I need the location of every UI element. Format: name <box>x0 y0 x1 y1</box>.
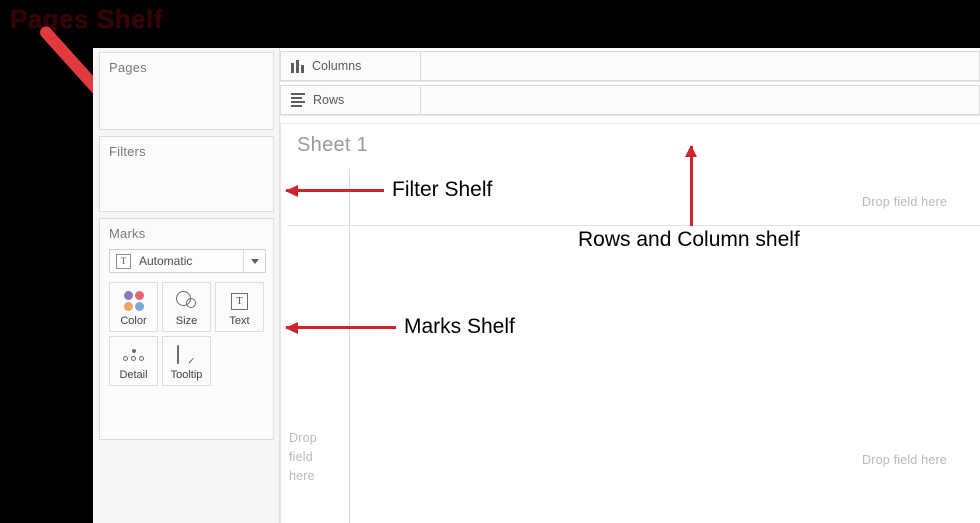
size-circles-icon <box>175 289 198 313</box>
columns-shelf[interactable]: Columns <box>280 51 980 82</box>
pages-shelf-title: Pages <box>109 60 147 75</box>
columns-shelf-label: Columns <box>312 59 362 73</box>
marks-size-button[interactable]: Size <box>162 282 211 332</box>
left-shelf-column: Pages Filters Marks T Automatic Color Si… <box>93 48 280 523</box>
rows-columns-shelf-annotation-label: Rows and Column shelf <box>578 228 800 251</box>
filters-shelf-title: Filters <box>109 144 146 159</box>
rows-shelf-label: Rows <box>313 93 345 107</box>
filter-shelf-annotation-label: Filter Shelf <box>392 178 493 201</box>
vertical-axis-rule <box>349 169 350 523</box>
detail-dots-icon <box>123 343 144 367</box>
marks-shelf-annotation-label: Marks Shelf <box>404 315 515 338</box>
screenshot-root: Pages Shelf Pages Filters Marks T Automa… <box>0 0 980 523</box>
rows-lines-icon <box>291 93 305 107</box>
text-mark-icon: T <box>116 253 131 269</box>
tableau-workspace: Pages Filters Marks T Automatic Color Si… <box>93 48 980 523</box>
drop-hint-top-right[interactable]: Drop field here <box>862 195 947 209</box>
filter-shelf-arrow <box>285 184 384 197</box>
marks-detail-label: Detail <box>119 369 148 381</box>
main-area: Columns Rows Sheet 1 Drop field here Dro… <box>280 48 980 523</box>
pages-shelf[interactable]: Pages <box>99 52 274 130</box>
drop-hint-bottom-right[interactable]: Drop field here <box>862 453 947 467</box>
color-dots-icon <box>123 289 144 313</box>
rows-drop-zone[interactable] <box>421 85 980 115</box>
tooltip-bubble-icon <box>176 343 197 367</box>
marks-button-row-secondary: Detail Tooltip <box>109 336 211 386</box>
marks-text-button[interactable]: T Text <box>215 282 264 332</box>
marks-shelf-arrow <box>285 321 396 334</box>
marks-size-label: Size <box>175 315 198 327</box>
columns-shelf-label-box: Columns <box>280 51 421 81</box>
marks-tooltip-label: Tooltip <box>170 369 203 381</box>
rows-shelf[interactable]: Rows <box>280 85 980 116</box>
mark-type-dropdown[interactable]: T Automatic <box>109 249 266 273</box>
columns-bars-icon <box>291 59 304 73</box>
drop-hint-left[interactable]: Drop field here <box>289 429 331 486</box>
marks-card-title: Marks <box>109 226 146 241</box>
worksheet-canvas[interactable]: Sheet 1 Drop field here Drop field here … <box>280 123 980 523</box>
pages-shelf-annotation-label: Pages Shelf <box>10 4 163 34</box>
marks-card: Marks T Automatic Color Size T Text Deta… <box>99 218 274 440</box>
marks-color-label: Color <box>120 315 147 327</box>
filters-shelf[interactable]: Filters <box>99 136 274 212</box>
sheet-title: Sheet 1 <box>297 134 369 156</box>
chevron-down-icon[interactable] <box>243 250 265 272</box>
text-box-icon: T <box>231 289 248 313</box>
rows-columns-shelf-arrow <box>684 145 697 226</box>
columns-drop-zone[interactable] <box>421 51 980 81</box>
marks-color-button[interactable]: Color <box>109 282 158 332</box>
mark-type-value: Automatic <box>139 254 193 268</box>
horizontal-axis-rule <box>287 225 980 226</box>
marks-text-label: Text <box>229 315 250 327</box>
rows-shelf-label-box: Rows <box>280 85 421 115</box>
marks-button-row-primary: Color Size T Text <box>109 282 264 332</box>
marks-tooltip-button[interactable]: Tooltip <box>162 336 211 386</box>
marks-detail-button[interactable]: Detail <box>109 336 158 386</box>
